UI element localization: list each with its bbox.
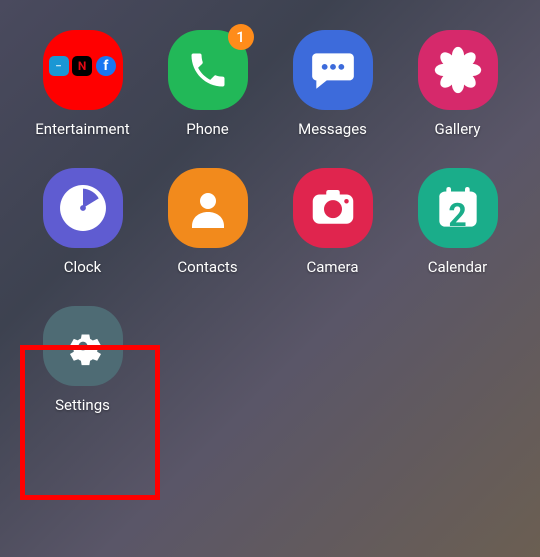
clock-icon bbox=[43, 168, 123, 248]
folder-contents: ⎯ N f bbox=[43, 50, 123, 90]
app-messages[interactable]: Messages bbox=[280, 30, 385, 138]
camera-icon bbox=[293, 168, 373, 248]
app-settings[interactable]: Settings bbox=[30, 306, 135, 414]
folder-icon: ⎯ N f bbox=[43, 30, 123, 110]
app-clock[interactable]: Clock bbox=[30, 168, 135, 276]
app-phone[interactable]: 1 Phone bbox=[155, 30, 260, 138]
folder-app-1: ⎯ bbox=[49, 56, 69, 76]
app-label: Camera bbox=[307, 258, 359, 276]
contacts-icon bbox=[168, 168, 248, 248]
app-gallery[interactable]: Gallery bbox=[405, 30, 510, 138]
app-label: Entertainment bbox=[35, 120, 129, 138]
notification-badge: 1 bbox=[228, 24, 254, 50]
app-label: Messages bbox=[298, 120, 367, 138]
app-label: Clock bbox=[64, 258, 101, 276]
app-entertainment[interactable]: ⎯ N f Entertainment bbox=[30, 30, 135, 138]
app-camera[interactable]: Camera bbox=[280, 168, 385, 276]
folder-app-2: N bbox=[72, 56, 92, 76]
calendar-day: 2 bbox=[448, 196, 466, 234]
calendar-icon: 2 bbox=[418, 168, 498, 248]
app-label: Gallery bbox=[435, 120, 481, 138]
phone-icon: 1 bbox=[168, 30, 248, 110]
folder-app-3: f bbox=[96, 56, 116, 76]
app-label: Calendar bbox=[428, 258, 488, 276]
app-label: Settings bbox=[55, 396, 110, 414]
app-grid: ⎯ N f Entertainment 1 Phone Messages Gal… bbox=[0, 0, 540, 434]
app-contacts[interactable]: Contacts bbox=[155, 168, 260, 276]
gear-icon bbox=[43, 306, 123, 386]
app-calendar[interactable]: 2 Calendar bbox=[405, 168, 510, 276]
messages-icon bbox=[293, 30, 373, 110]
gallery-icon bbox=[418, 30, 498, 110]
app-label: Contacts bbox=[177, 258, 237, 276]
app-label: Phone bbox=[186, 120, 229, 138]
